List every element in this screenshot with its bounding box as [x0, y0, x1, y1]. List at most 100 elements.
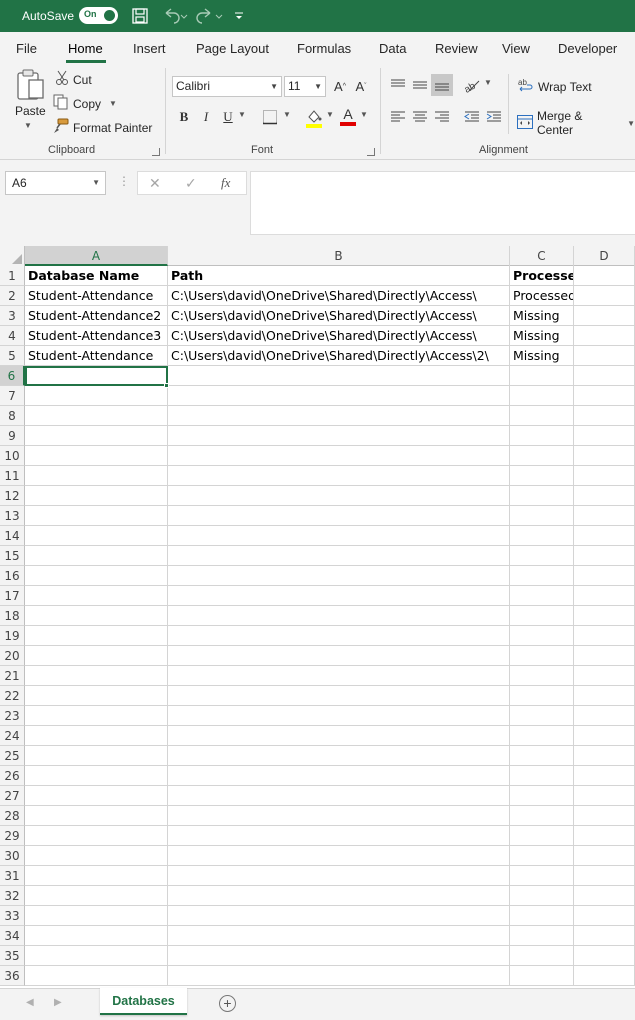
row-header[interactable]: 28	[0, 806, 25, 826]
cell-d30[interactable]	[574, 846, 635, 866]
cell-d3[interactable]	[574, 306, 635, 326]
cell-c7[interactable]	[510, 386, 574, 406]
cell-d4[interactable]	[574, 326, 635, 346]
cell-a32[interactable]	[25, 886, 168, 906]
row-header[interactable]: 23	[0, 706, 25, 726]
cell-c34[interactable]	[510, 926, 574, 946]
cell-c11[interactable]	[510, 466, 574, 486]
row-header[interactable]: 32	[0, 886, 25, 906]
align-center-icon[interactable]	[411, 108, 429, 126]
increase-indent-icon[interactable]	[485, 108, 503, 126]
cell-d26[interactable]	[574, 766, 635, 786]
cell-b36[interactable]	[168, 966, 510, 986]
cut-button[interactable]: Cut	[55, 70, 92, 89]
cell-c2[interactable]: Processed	[510, 286, 574, 306]
cell-a12[interactable]	[25, 486, 168, 506]
cell-b6[interactable]	[168, 366, 510, 386]
cell-a34[interactable]	[25, 926, 168, 946]
row-header[interactable]: 20	[0, 646, 25, 666]
cell-d22[interactable]	[574, 686, 635, 706]
cell-a8[interactable]	[25, 406, 168, 426]
row-header[interactable]: 17	[0, 586, 25, 606]
row-header[interactable]: 22	[0, 686, 25, 706]
cell-c36[interactable]	[510, 966, 574, 986]
cell-a28[interactable]	[25, 806, 168, 826]
cell-d24[interactable]	[574, 726, 635, 746]
cell-c28[interactable]	[510, 806, 574, 826]
row-header[interactable]: 10	[0, 446, 25, 466]
row-header[interactable]: 34	[0, 926, 25, 946]
autosave-toggle[interactable]: On	[79, 7, 118, 24]
cell-b28[interactable]	[168, 806, 510, 826]
cell-c31[interactable]	[510, 866, 574, 886]
cell-d27[interactable]	[574, 786, 635, 806]
cell-a15[interactable]	[25, 546, 168, 566]
cell-c3[interactable]: Missing	[510, 306, 574, 326]
cell-b3[interactable]: C:\Users\david\OneDrive\Shared\Directly\…	[168, 306, 510, 326]
align-top-icon[interactable]	[389, 76, 407, 94]
cell-d2[interactable]	[574, 286, 635, 306]
cell-a27[interactable]	[25, 786, 168, 806]
cell-d25[interactable]	[574, 746, 635, 766]
row-header[interactable]: 1	[0, 266, 25, 286]
paste-dropdown-icon[interactable]: ▼	[24, 121, 32, 130]
cell-d34[interactable]	[574, 926, 635, 946]
row-header[interactable]: 4	[0, 326, 25, 346]
enter-icon[interactable]: ✓	[185, 175, 197, 192]
cell-d7[interactable]	[574, 386, 635, 406]
column-header-d[interactable]: D	[574, 246, 635, 266]
fill-color-dropdown-icon[interactable]: ▼	[326, 110, 334, 119]
tab-formulas[interactable]: Formulas	[297, 41, 351, 56]
row-header[interactable]: 19	[0, 626, 25, 646]
font-size-select[interactable]: 11 ▼	[284, 76, 326, 97]
cell-d9[interactable]	[574, 426, 635, 446]
row-header[interactable]: 2	[0, 286, 25, 306]
row-header[interactable]: 24	[0, 726, 25, 746]
cell-c9[interactable]	[510, 426, 574, 446]
customize-toolbar-icon[interactable]	[234, 6, 244, 26]
cell-d17[interactable]	[574, 586, 635, 606]
cell-d11[interactable]	[574, 466, 635, 486]
row-header[interactable]: 36	[0, 966, 25, 986]
cell-a6[interactable]	[25, 366, 168, 386]
underline-button[interactable]: U	[220, 108, 236, 126]
cell-a36[interactable]	[25, 966, 168, 986]
cell-b23[interactable]	[168, 706, 510, 726]
cell-b7[interactable]	[168, 386, 510, 406]
row-header[interactable]: 26	[0, 766, 25, 786]
align-middle-icon[interactable]	[411, 76, 429, 94]
cell-a9[interactable]	[25, 426, 168, 446]
bold-button[interactable]: B	[176, 108, 192, 126]
cell-d31[interactable]	[574, 866, 635, 886]
decrease-font-icon[interactable]: Aˇ	[352, 77, 370, 95]
cell-b26[interactable]	[168, 766, 510, 786]
cell-a19[interactable]	[25, 626, 168, 646]
cell-c12[interactable]	[510, 486, 574, 506]
align-left-icon[interactable]	[389, 108, 407, 126]
cell-a7[interactable]	[25, 386, 168, 406]
cell-b29[interactable]	[168, 826, 510, 846]
cell-a22[interactable]	[25, 686, 168, 706]
cell-c14[interactable]	[510, 526, 574, 546]
tab-page-layout[interactable]: Page Layout	[196, 41, 269, 56]
cell-a29[interactable]	[25, 826, 168, 846]
insert-function-icon[interactable]: fx	[221, 175, 230, 191]
cell-c27[interactable]	[510, 786, 574, 806]
cell-c25[interactable]	[510, 746, 574, 766]
cell-b27[interactable]	[168, 786, 510, 806]
cell-d23[interactable]	[574, 706, 635, 726]
cell-a30[interactable]	[25, 846, 168, 866]
tab-home[interactable]: Home	[68, 41, 103, 56]
row-header[interactable]: 11	[0, 466, 25, 486]
cell-b33[interactable]	[168, 906, 510, 926]
row-header[interactable]: 16	[0, 566, 25, 586]
cell-c30[interactable]	[510, 846, 574, 866]
cell-d35[interactable]	[574, 946, 635, 966]
font-launcher-icon[interactable]	[367, 148, 375, 156]
cell-a5[interactable]: Student-Attendance	[25, 346, 168, 366]
cell-b8[interactable]	[168, 406, 510, 426]
cell-b20[interactable]	[168, 646, 510, 666]
cell-c5[interactable]: Missing	[510, 346, 574, 366]
cell-a11[interactable]	[25, 466, 168, 486]
decrease-indent-icon[interactable]	[463, 108, 481, 126]
